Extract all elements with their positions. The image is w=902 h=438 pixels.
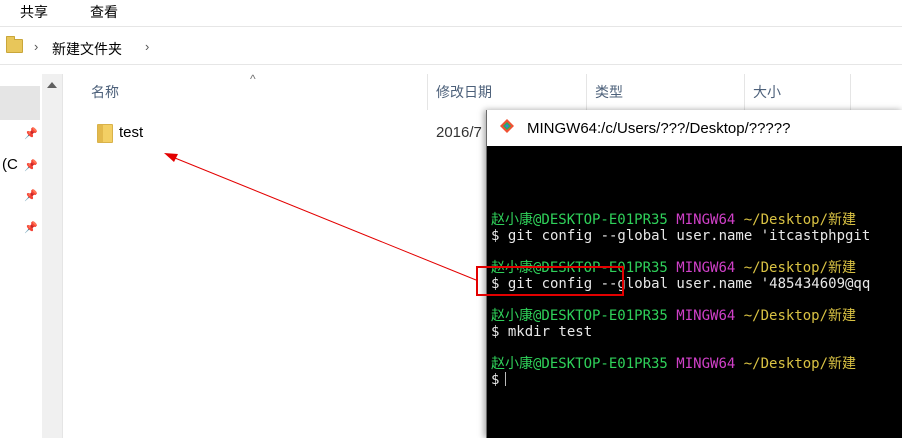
column-header-type[interactable]: 类型: [595, 74, 623, 110]
prompt-line: 赵小康@DESKTOP-E01PR35 MINGW64 ~/Desktop/新建: [491, 212, 856, 228]
arrow-head: [164, 153, 178, 162]
ribbon-bar: 共享 查看: [0, 0, 902, 27]
prompt-path: ~/Desktop/新建: [743, 356, 857, 372]
prompt-path: ~/Desktop/新建: [743, 260, 857, 276]
prompt-system: MINGW64: [676, 260, 736, 276]
breadcrumb-separator[interactable]: ›: [145, 39, 149, 54]
prompt-line: 赵小康@DESKTOP-E01PR35 MINGW64 ~/Desktop/新建: [491, 308, 856, 324]
ribbon-tab-view[interactable]: 查看: [90, 2, 118, 22]
prompt-path: ~/Desktop/新建: [743, 308, 857, 324]
shell-prompt: $: [491, 372, 500, 388]
column-divider[interactable]: [586, 74, 587, 110]
column-header-size[interactable]: 大小: [753, 74, 781, 110]
nav-scrollbar[interactable]: [42, 74, 62, 438]
column-header-modified[interactable]: 修改日期: [436, 74, 492, 110]
breadcrumb-separator: ›: [34, 39, 39, 54]
prompt-system: MINGW64: [676, 212, 736, 228]
pin-icon: 📌: [24, 190, 38, 202]
prompt-line: 赵小康@DESKTOP-E01PR35 MINGW64 ~/Desktop/新建: [491, 356, 856, 372]
column-divider[interactable]: [427, 74, 428, 110]
command-line: $ git config --global user.name 'itcastp…: [491, 228, 871, 244]
command-line-mkdir: $ mkdir test: [491, 324, 593, 340]
column-divider[interactable]: [850, 74, 851, 110]
pin-icon: 📌: [24, 160, 38, 172]
file-modified-date: 2016/7: [436, 124, 482, 141]
navigation-pane: 📌 📌 📌 📌 (C: [0, 74, 63, 438]
terminal-title-bar[interactable]: MINGW64:/c/Users/???/Desktop/?????: [487, 110, 902, 146]
file-name[interactable]: test: [119, 124, 143, 141]
column-header-name[interactable]: 名称: [91, 74, 119, 110]
column-divider[interactable]: [744, 74, 745, 110]
sort-ascending-icon: ^: [250, 72, 256, 86]
prompt-user: 赵小康@DESKTOP-E01PR35: [491, 308, 668, 324]
text-cursor: [505, 372, 507, 386]
scroll-up-icon[interactable]: [47, 82, 57, 88]
nav-item-drive-c[interactable]: (C: [2, 156, 18, 173]
folder-icon: [6, 36, 23, 53]
prompt-path: ~/Desktop/新建: [743, 212, 857, 228]
command-input-line[interactable]: $: [491, 372, 507, 388]
pin-icon: 📌: [24, 128, 38, 140]
breadcrumb-current-folder[interactable]: 新建文件夹: [52, 39, 122, 59]
terminal-title: MINGW64:/c/Users/???/Desktop/?????: [527, 120, 791, 137]
highlight-box: [476, 266, 624, 296]
pin-icon: 📌: [24, 222, 38, 234]
prompt-system: MINGW64: [676, 356, 736, 372]
folder-icon[interactable]: [97, 124, 113, 143]
arrow-shaft: [169, 155, 477, 281]
prompt-user: 赵小康@DESKTOP-E01PR35: [491, 212, 668, 228]
prompt-user: 赵小康@DESKTOP-E01PR35: [491, 356, 668, 372]
git-bash-icon: [500, 119, 514, 133]
nav-selected-item[interactable]: [0, 86, 40, 120]
address-bar[interactable]: › 新建文件夹 ›: [0, 30, 902, 65]
ribbon-tab-share[interactable]: 共享: [20, 2, 48, 22]
prompt-system: MINGW64: [676, 308, 736, 324]
